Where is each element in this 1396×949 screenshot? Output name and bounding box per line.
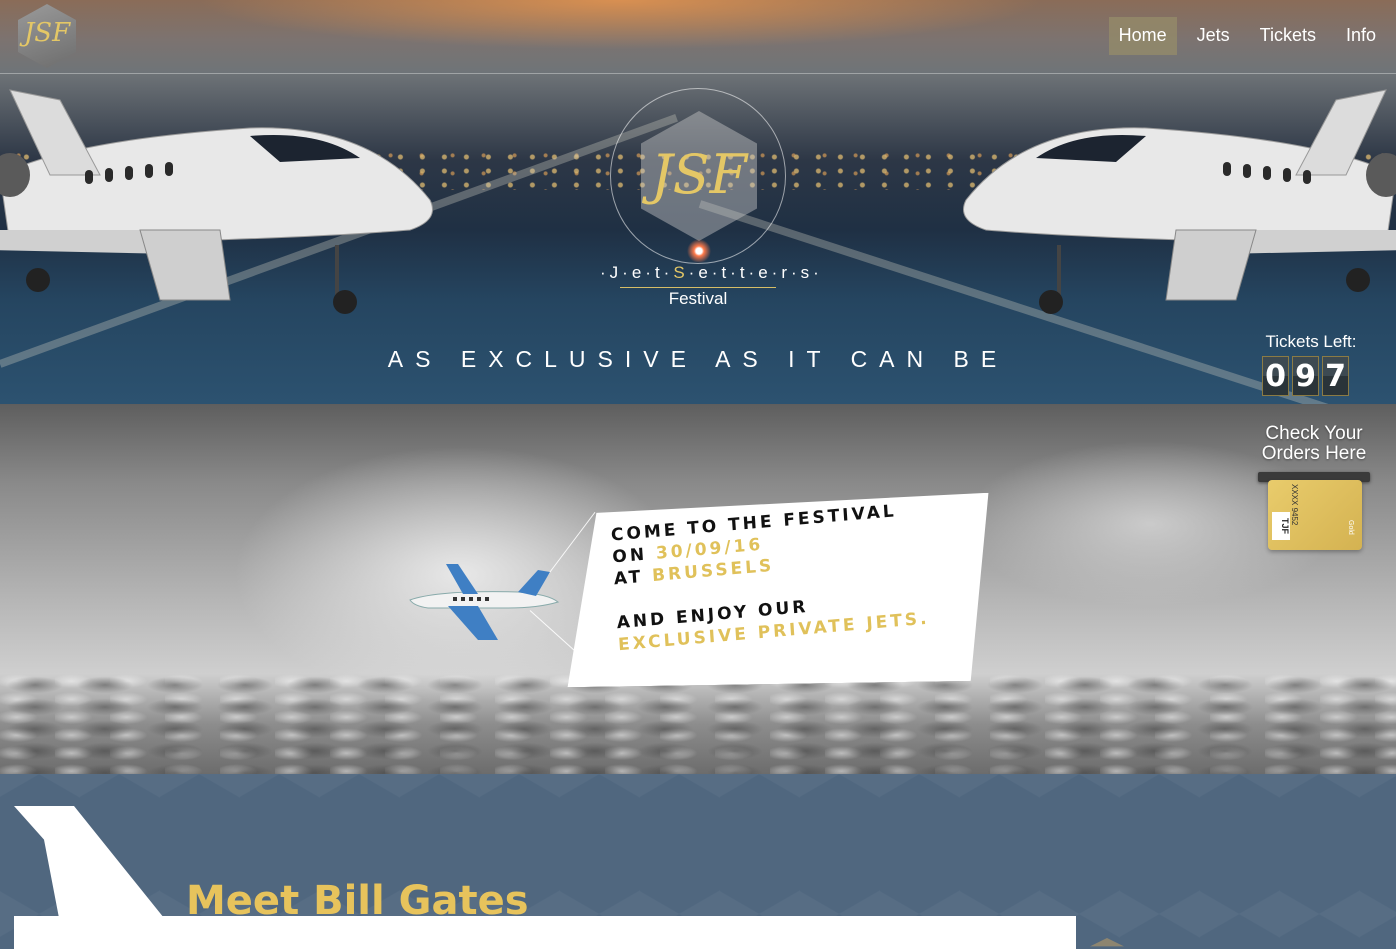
order-card-icon[interactable]: TJF XXXX 9452 Gold bbox=[1268, 480, 1362, 550]
small-jet-image bbox=[409, 564, 560, 640]
private-jet-right-image bbox=[963, 89, 1396, 314]
content-panel bbox=[14, 916, 1076, 949]
brand-divider bbox=[620, 287, 776, 288]
brand-part-1: ·J·e·t· bbox=[600, 263, 674, 282]
invitation-text: COME TO THE FESTIVAL ON 30/09/16 AT BRUS… bbox=[610, 498, 930, 656]
festival-emblem-text: JSF bbox=[650, 143, 748, 206]
nav-item-jets[interactable]: Jets bbox=[1187, 17, 1240, 55]
top-navigation: JSF Home Jets Tickets Info bbox=[0, 0, 1396, 74]
nav-item-home[interactable]: Home bbox=[1108, 17, 1177, 55]
card-number: XXXX 9452 bbox=[1290, 484, 1299, 526]
brand-part-3: ·e·t·t·e·r·s· bbox=[688, 263, 823, 282]
invitation-date-prefix: ON bbox=[611, 544, 648, 568]
site-logo[interactable]: JSF bbox=[18, 4, 76, 68]
tickets-left-counter: 0 9 7 bbox=[1262, 356, 1349, 396]
counter-digit: 7 bbox=[1322, 356, 1349, 396]
counter-digit: 0 bbox=[1262, 356, 1289, 396]
hero-section: JSF Home Jets Tickets Info JSF ·J·e·t·S·… bbox=[0, 0, 1396, 404]
card-type: Gold bbox=[1347, 520, 1354, 535]
tickets-left-label: Tickets Left: bbox=[1265, 332, 1357, 351]
cloud-layer bbox=[0, 674, 1396, 774]
nav-item-info[interactable]: Info bbox=[1336, 17, 1386, 55]
private-jet-left-image bbox=[0, 89, 433, 314]
site-logo-text: JSF bbox=[23, 18, 71, 48]
card-logo: TJF bbox=[1272, 512, 1290, 540]
emblem-glow-icon bbox=[687, 239, 711, 263]
festival-brand-name: ·J·e·t·S·e·t·t·e·r·s· bbox=[600, 263, 819, 283]
festival-emblem: JSF bbox=[610, 88, 786, 264]
counter-digit: 9 bbox=[1292, 356, 1319, 396]
hero-tagline: AS EXCLUSIVE AS IT CAN BE bbox=[387, 346, 1009, 372]
festival-brand-subtitle: Festival bbox=[668, 289, 728, 308]
brand-part-2: S bbox=[673, 263, 689, 282]
check-orders-link[interactable]: Check Your Orders Here bbox=[1246, 424, 1382, 464]
invitation-location-prefix: AT bbox=[613, 566, 644, 590]
nav-item-tickets[interactable]: Tickets bbox=[1250, 17, 1326, 55]
nav-menu: Home Jets Tickets Info bbox=[1099, 17, 1386, 55]
invitation-banner: COME TO THE FESTIVAL ON 30/09/16 AT BRUS… bbox=[568, 493, 989, 688]
festival-emblem-hexagon: JSF bbox=[641, 111, 757, 241]
